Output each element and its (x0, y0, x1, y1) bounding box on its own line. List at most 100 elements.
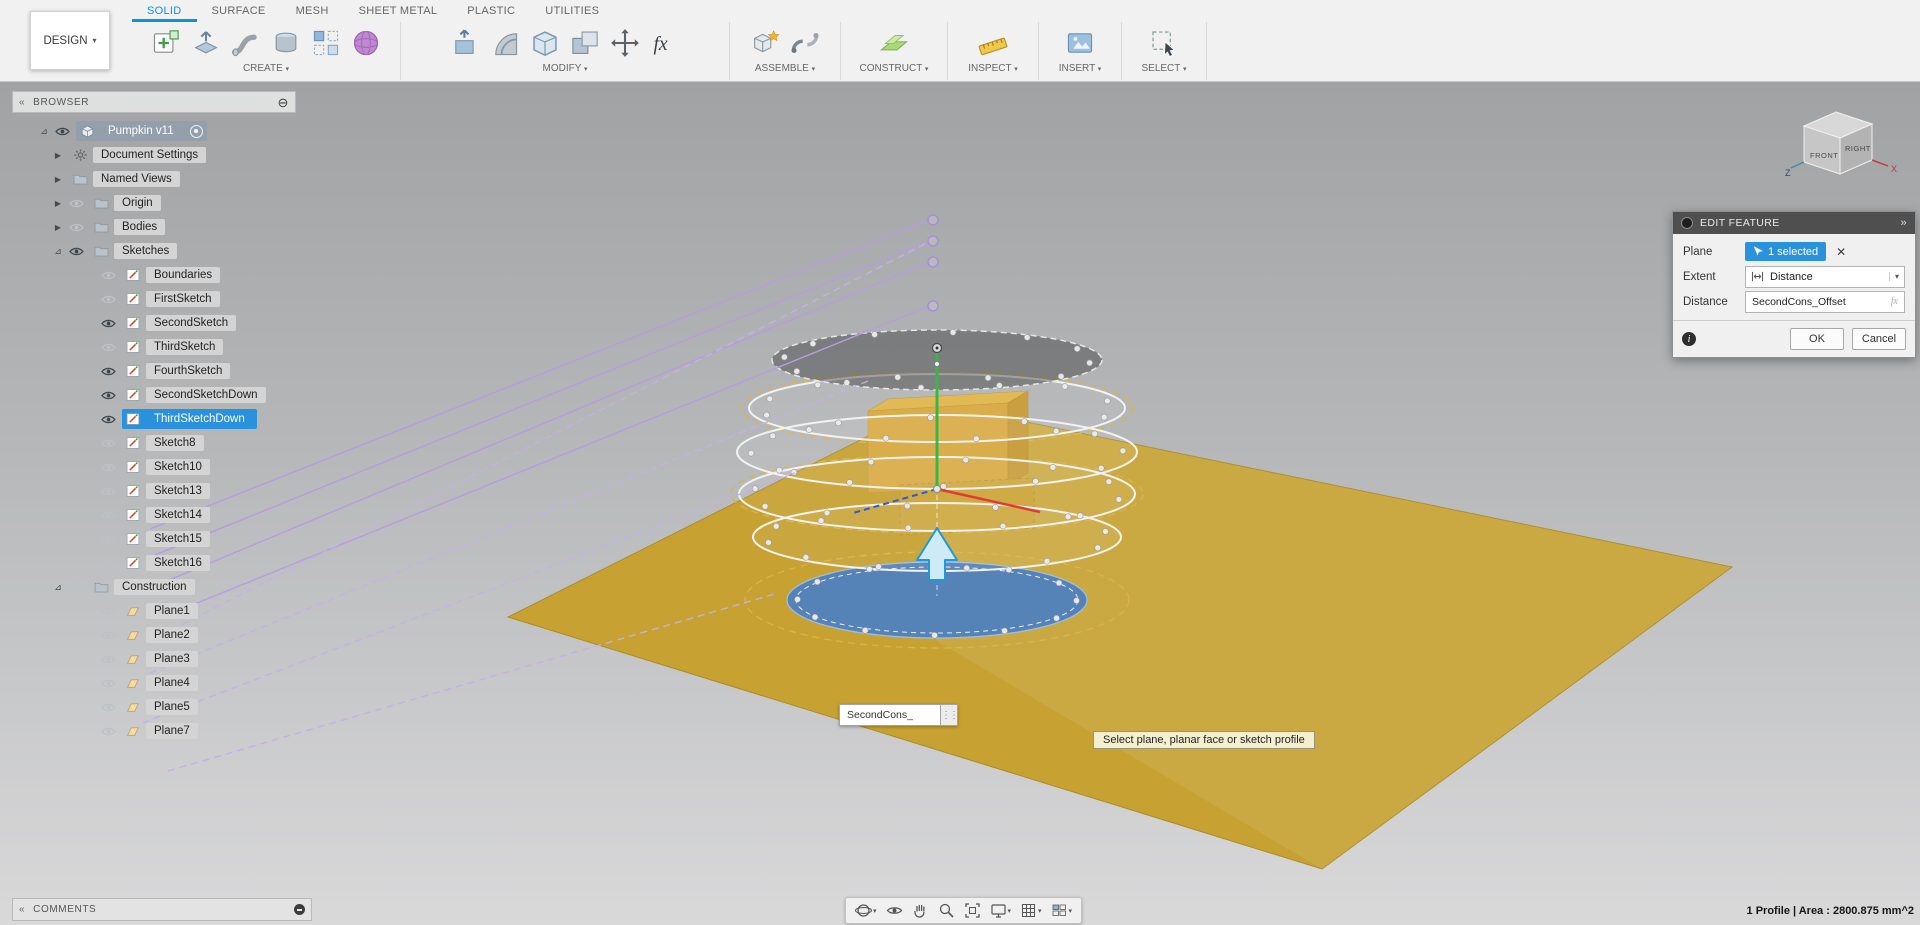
extrude-icon[interactable] (190, 27, 222, 59)
visibility-off-icon[interactable] (101, 269, 117, 282)
visibility-off-icon[interactable] (101, 533, 117, 546)
chevron-down-icon[interactable]: ▾ (1008, 907, 1012, 915)
chevron-down-icon[interactable]: ▾ (1069, 907, 1073, 915)
parameter-name-input[interactable]: SecondCons_ (839, 704, 941, 726)
measure-icon[interactable] (977, 27, 1009, 59)
visibility-on-icon[interactable] (69, 245, 85, 258)
ribbon-group-label-select[interactable]: SELECT ▾ (1141, 63, 1186, 74)
browser-item-sketch8[interactable]: Sketch8 (12, 431, 296, 455)
browser-item-sketch13[interactable]: Sketch13 (12, 479, 296, 503)
browser-item-thirdsketch[interactable]: ThirdSketch (12, 335, 296, 359)
pan-tool[interactable] (909, 898, 932, 923)
viewcube[interactable]: FRONT RIGHT Z X (1784, 96, 1914, 191)
visibility-off-icon[interactable] (101, 509, 117, 522)
look-at-tool[interactable] (883, 898, 906, 923)
display-settings-tool[interactable]: ▾ (987, 898, 1015, 923)
construction-plane-icon[interactable] (878, 27, 910, 59)
expanded-arrow-icon[interactable]: ⊿ (52, 246, 64, 257)
visibility-on-icon[interactable] (101, 365, 117, 378)
design-menu-button[interactable]: DESIGN ▾ (30, 11, 110, 70)
fillet-icon[interactable] (489, 27, 521, 59)
browser-header[interactable]: « BROWSER ⊖ (12, 91, 296, 113)
browser-item-pumpkin-v11[interactable]: ⊿ Pumpkin v11 (12, 119, 296, 143)
visibility-off-icon[interactable] (101, 677, 117, 690)
browser-item-sketch16[interactable]: Sketch16 (12, 551, 296, 575)
ok-button[interactable]: OK (1790, 328, 1844, 350)
distance-input[interactable]: SecondCons_Offset fx (1745, 290, 1905, 313)
extent-type-dropdown[interactable]: Distance ▾ (1745, 265, 1905, 288)
tab-surface[interactable]: SURFACE (197, 0, 281, 22)
visibility-off-icon[interactable] (101, 701, 117, 714)
visibility-off-icon[interactable] (101, 341, 117, 354)
expanded-arrow-icon[interactable]: ⊿ (52, 582, 64, 593)
browser-item-sketches[interactable]: ⊿ Sketches (12, 239, 296, 263)
browser-item-plane2[interactable]: Plane2 (12, 623, 296, 647)
browser-item-fourthsketch[interactable]: FourthSketch (12, 359, 296, 383)
browser-item-firstsketch[interactable]: FirstSketch (12, 287, 296, 311)
select-window-icon[interactable] (1148, 27, 1180, 59)
collapsed-arrow-icon[interactable]: ▶ (52, 199, 64, 208)
browser-item-bodies[interactable]: ▶ Bodies (12, 215, 296, 239)
joint-icon[interactable] (789, 27, 821, 59)
fit-tool[interactable] (961, 898, 984, 923)
browser-item-plane7[interactable]: Plane7 (12, 719, 296, 743)
collapsed-arrow-icon[interactable]: ▶ (52, 151, 64, 160)
comments-minimize-icon[interactable] (294, 904, 305, 915)
panel-minimize-icon[interactable]: ⊖ (278, 96, 290, 109)
browser-item-sketch15[interactable]: Sketch15 (12, 527, 296, 551)
ribbon-group-label-assemble[interactable]: ASSEMBLE ▾ (755, 63, 815, 74)
move-icon[interactable] (609, 27, 641, 59)
collapse-panel-icon[interactable]: « (19, 904, 25, 915)
combine-icon[interactable] (569, 27, 601, 59)
insert-canvas-icon[interactable] (1064, 27, 1096, 59)
browser-item-plane3[interactable]: Plane3 (12, 647, 296, 671)
browser-item-secondsketch[interactable]: SecondSketch (12, 311, 296, 335)
visibility-on-icon[interactable] (101, 413, 117, 426)
visibility-off-icon[interactable] (101, 293, 117, 306)
tab-sheet-metal[interactable]: SHEET METAL (344, 0, 453, 22)
tab-utilities[interactable]: UTILITIES (530, 0, 614, 22)
chevron-down-icon[interactable]: ▾ (1038, 907, 1042, 915)
browser-item-thirdsketchdown[interactable]: ThirdSketchDown (12, 407, 296, 431)
visibility-on-icon[interactable] (101, 389, 117, 402)
plane-selected-chip[interactable]: 1 selected (1745, 242, 1827, 261)
sweep-icon[interactable] (230, 27, 262, 59)
grid-settings-tool[interactable]: ▾ (1017, 898, 1045, 923)
browser-item-origin[interactable]: ▶ Origin (12, 191, 296, 215)
visibility-off-icon[interactable] (101, 629, 117, 642)
expanded-arrow-icon[interactable]: ⊿ (38, 126, 50, 137)
create-form-icon[interactable] (350, 27, 382, 59)
dialog-header[interactable]: EDIT FEATURE » (1673, 212, 1915, 234)
create-sketch-icon[interactable] (150, 27, 182, 59)
press-pull-icon[interactable] (449, 27, 481, 59)
ribbon-group-label-insert[interactable]: INSERT ▾ (1059, 63, 1102, 74)
ribbon-group-label-construct[interactable]: CONSTRUCT ▾ (860, 63, 929, 74)
visibility-on-icon[interactable] (101, 317, 117, 330)
ribbon-group-label-inspect[interactable]: INSPECT ▾ (968, 63, 1017, 74)
orbit-tool[interactable]: ▾ (852, 898, 880, 923)
shell-icon[interactable] (529, 27, 561, 59)
tab-plastic[interactable]: PLASTIC (452, 0, 530, 22)
pattern-icon[interactable] (310, 27, 342, 59)
visibility-off-icon[interactable] (101, 557, 117, 570)
browser-item-plane5[interactable]: Plane5 (12, 695, 296, 719)
chevron-down-icon[interactable]: ▾ (1888, 272, 1899, 281)
browser-item-sketch14[interactable]: Sketch14 (12, 503, 296, 527)
browser-item-plane4[interactable]: Plane4 (12, 671, 296, 695)
collapse-panel-icon[interactable]: « (19, 97, 25, 108)
browser-item-sketch10[interactable]: Sketch10 (12, 455, 296, 479)
visibility-off-icon[interactable] (69, 221, 85, 234)
visibility-off-icon[interactable] (101, 485, 117, 498)
activate-component-radio[interactable] (189, 124, 203, 138)
browser-item-secondsketchdown[interactable]: SecondSketchDown (12, 383, 296, 407)
visibility-off-icon[interactable] (69, 197, 85, 210)
revolve-icon[interactable] (270, 27, 302, 59)
projection-endpoints[interactable] (927, 214, 939, 312)
collapsed-arrow-icon[interactable]: ▶ (52, 223, 64, 232)
parameters-fx-icon[interactable]: fx (649, 27, 681, 59)
drag-grip-icon[interactable]: ⋮⋮ (941, 704, 959, 726)
tab-solid[interactable]: SOLID (132, 0, 197, 22)
browser-item-plane1[interactable]: Plane1 (12, 599, 296, 623)
chevron-down-icon[interactable]: ▾ (873, 907, 877, 915)
visibility-on-icon[interactable] (55, 125, 71, 138)
